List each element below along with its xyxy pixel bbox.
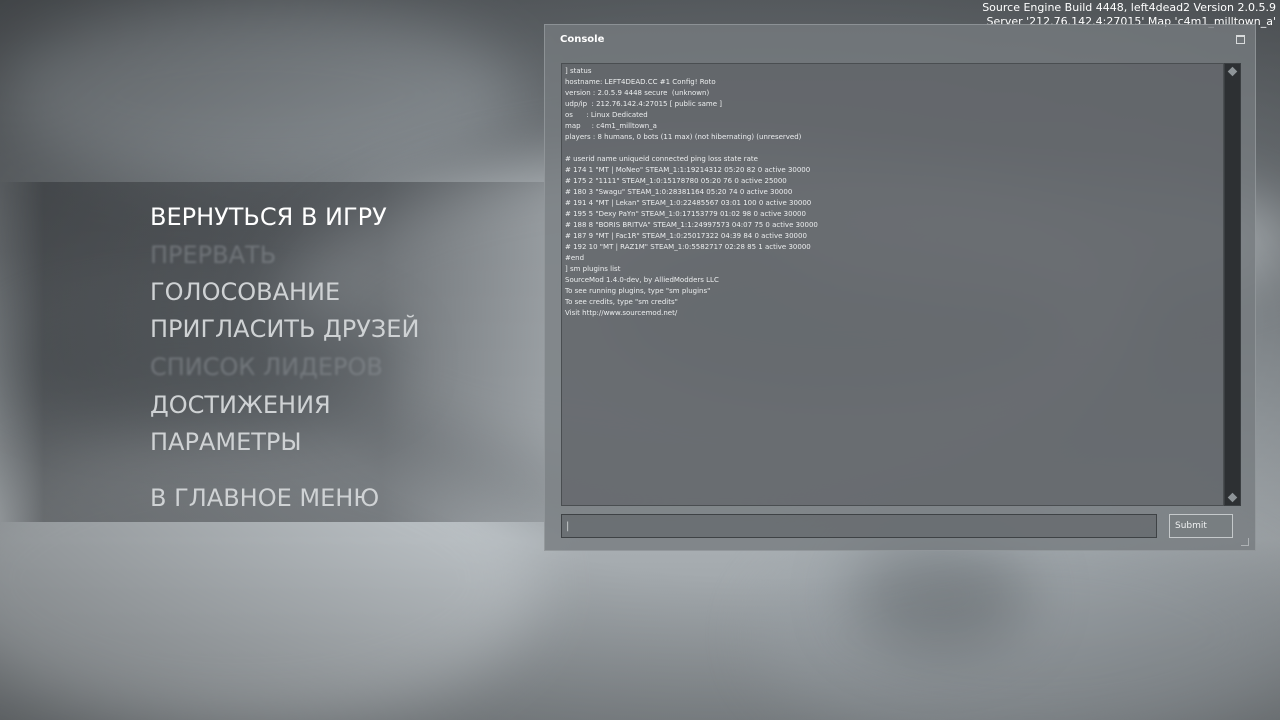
console-line: ] status [565,67,592,75]
console-scrollbar[interactable] [1224,63,1241,506]
console-line: # userid name uniqueid connected ping lo… [565,155,758,163]
console-line: ] sm plugins list [565,265,621,273]
console-line: # 188 8 "BORIS BRITVA" STEAM_1:1:2499757… [565,221,818,229]
console-line: # 175 2 "1111" STEAM_1:0:15178780 05:20 … [565,177,787,185]
menu-item-voting[interactable]: ГОЛОСОВАНИЕ [150,278,340,306]
console-line: SourceMod 1.4.0-dev, by AlliedModders LL… [565,276,719,284]
console-line: To see running plugins, type "sm plugins… [565,287,711,295]
console-line: map : c4m1_milltown_a [565,122,657,130]
menu-item-options[interactable]: ПАРАМЕТРЫ [150,428,302,456]
menu-item-achievements[interactable]: ДОСТИЖЕНИЯ [150,391,331,419]
console-line: hostname: LEFT4DEAD.CC #1 Config! Roto [565,78,716,86]
menu-item-invite-friends[interactable]: ПРИГЛАСИТЬ ДРУЗЕЙ [150,315,419,343]
menu-item-main-menu[interactable]: В ГЛАВНОЕ МЕНЮ [150,484,379,512]
console-line: os : Linux Dedicated [565,111,648,119]
console-line: #end [565,254,585,262]
console-line: To see credits, type "sm credits" [565,298,678,306]
resize-grip-icon[interactable] [1241,538,1249,546]
console-window[interactable]: Console ] status hostname: LEFT4DEAD.CC #… [544,24,1256,551]
version-build-line: Source Engine Build 4448, left4dead2 Ver… [982,1,1276,14]
submit-button[interactable]: Submit [1169,514,1233,538]
console-line: udp/ip : 212.76.142.4:27015 [ public sam… [565,100,722,108]
console-line: # 191 4 "MT | Lekan" STEAM_1:0:22485567 … [565,199,812,207]
console-line: version : 2.0.5.9 4448 secure (unknown) [565,89,710,97]
console-line: players : 8 humans, 0 bots (11 max) (not… [565,133,802,141]
scroll-up-arrow-icon[interactable] [1227,66,1238,77]
scroll-down-arrow-icon[interactable] [1227,492,1238,503]
console-output-text: ] status hostname: LEFT4DEAD.CC #1 Config… [562,64,1223,321]
console-line: Visit http://www.sourcemod.net/ [565,309,678,317]
console-line: # 192 10 "MT | RAZ1M" STEAM_1:0:5582717 … [565,243,811,251]
menu-item-abort: ПРЕРВАТЬ [150,241,277,269]
console-line: # 180 3 "Swagu" STEAM_1:0:28381164 05:20… [565,188,793,196]
console-line: # 195 5 "Dexy PaYn" STEAM_1:0:17153779 0… [565,210,806,218]
maximize-icon[interactable] [1236,35,1245,44]
menu-item-leaderboards: СПИСОК ЛИДЕРОВ [150,353,383,381]
menu-item-resume-game[interactable]: ВЕРНУТЬСЯ В ИГРУ [150,203,387,231]
console-output[interactable]: ] status hostname: LEFT4DEAD.CC #1 Config… [561,63,1224,506]
console-line: # 174 1 "MT | MoNeo" STEAM_1:1:19214312 … [565,166,811,174]
console-title: Console [560,34,605,45]
console-line: # 187 9 "MT | Fac1R" STEAM_1:0:25017322 … [565,232,807,240]
console-command-input[interactable] [561,514,1157,538]
